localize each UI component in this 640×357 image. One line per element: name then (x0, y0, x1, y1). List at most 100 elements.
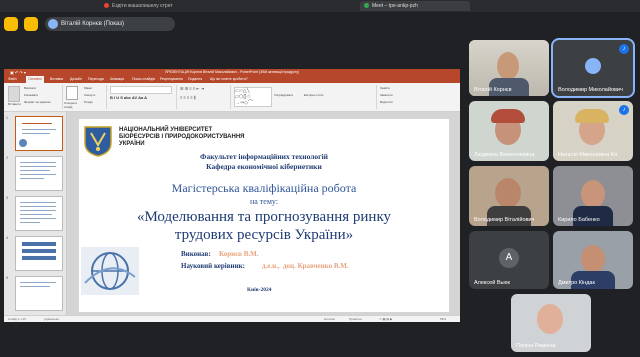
shapes-gallery[interactable]: ▭○△╲ ▱⬠{}☆ →⇒◇⌒ (234, 87, 272, 107)
participant-name: Наталія Миколаївна Кл (558, 152, 618, 158)
stop-presenting-button[interactable] (24, 17, 38, 31)
quick-styles-button[interactable]: Експрес-стилі (304, 93, 323, 97)
thumb-line (20, 214, 52, 215)
slide-thumbnail[interactable] (15, 156, 63, 191)
tab-view[interactable]: Подання (188, 76, 202, 83)
language-indicator[interactable]: українська (44, 316, 59, 322)
participant-tile[interactable]: Людмила Валентинівна (469, 101, 549, 161)
thumb-line (22, 129, 56, 130)
participant-hair (491, 109, 525, 123)
slide-thumbnail[interactable] (15, 116, 63, 151)
participant-tile[interactable]: Кирило Бабенко (553, 166, 633, 226)
format-painter-button[interactable]: Формат за зразком (24, 100, 51, 104)
participant-face (537, 304, 563, 334)
thumb-line (20, 202, 56, 203)
paragraph-icons[interactable]: ☰ ☰ ≡ ≡ ⇤ ⇥ (180, 86, 204, 91)
tab-review[interactable]: Рецензування (160, 76, 183, 83)
participant-face (581, 245, 605, 273)
slide-thumbnail[interactable] (15, 276, 63, 311)
participant-tile[interactable]: А Алексей Вьюк (469, 231, 549, 289)
tab-home[interactable]: Основне (26, 76, 45, 83)
view-icons[interactable]: ▭ ▦ ▤ ▶ (379, 316, 392, 322)
participant-tile[interactable]: Поліна Ремінна (511, 294, 591, 352)
quick-access-icons[interactable]: ▣ ↶ ↷ ▾ (10, 70, 26, 75)
thumb-line (20, 282, 56, 283)
participant-name: Алексей Вьюк (474, 280, 510, 286)
slides-thumbnail-panel: 1 2 3 4 5 (4, 112, 67, 315)
participant-tile[interactable]: ♪ Володимир Миколайович (551, 38, 635, 98)
thumb-line (20, 178, 44, 179)
paste-icon[interactable] (8, 86, 20, 102)
thumb-line (20, 162, 56, 163)
paste-button[interactable]: Вставити (8, 102, 21, 106)
tab-design[interactable]: Дизайн (70, 76, 82, 83)
search-box[interactable]: Що ви хочете зробити? (210, 76, 248, 83)
new-slide-icon[interactable] (66, 86, 78, 100)
participant-name: Віталій Корнєв (474, 87, 512, 93)
ribbon-separator (106, 85, 107, 109)
mic-active-icon: ♪ (619, 105, 629, 115)
select-button[interactable]: Виділити (380, 100, 393, 104)
supervisor-label: Науковий керівник: (181, 262, 245, 270)
zoom-level[interactable]: 59% (440, 316, 446, 322)
presenter-chip[interactable]: Віталій Корнєв (Показ) (45, 17, 175, 31)
participant-tile[interactable]: Віталій Корнєв (469, 40, 549, 96)
participant-tile[interactable]: Володимир Віталійович (469, 166, 549, 226)
font-name-select[interactable] (110, 86, 172, 94)
cut-button[interactable]: Вирізати (24, 86, 36, 90)
participant-hair (575, 109, 609, 123)
thumb-line (22, 133, 50, 134)
tab-slideshow[interactable]: Показ слайдів (132, 76, 155, 83)
performer-name: Корнєв В.М. (219, 250, 259, 258)
notes-button[interactable]: Нотатки (324, 316, 335, 322)
slide-thumbnail[interactable] (15, 196, 63, 231)
replace-button[interactable]: Замінити (380, 93, 393, 97)
meet-favicon-icon (364, 3, 369, 9)
ppt-title-bar: ПРЕЗЕНТАЦІЯ Корнєв Віталій Миколайович -… (4, 69, 460, 76)
powerpoint-window: ПРЕЗЕНТАЦІЯ Корнєв Віталій Миколайович -… (4, 69, 460, 322)
slide-thumbnail[interactable] (15, 236, 63, 271)
reset-button[interactable]: Скинути (84, 93, 95, 97)
participant-name: Володимир Миколайович (558, 87, 623, 93)
city-year: Київ-2024 (247, 287, 272, 293)
participant-name: Поліна Ремінна (516, 343, 556, 349)
thesis-title-2: трудових ресурсів України» (174, 227, 354, 243)
thumb-line (22, 123, 52, 124)
ribbon-separator (176, 85, 177, 109)
participant-tile[interactable]: ♪ Наталія Миколаївна Кл (553, 101, 633, 161)
new-slide-button[interactable]: Створити слайд (64, 101, 80, 109)
font-format-icons[interactable]: B I U S abc AV Aa A (110, 95, 147, 100)
thumb-line (20, 222, 40, 223)
browser-tab-meet[interactable]: Meet – tpe-ankp-pzh (360, 1, 470, 11)
participant-face (495, 178, 521, 208)
browser-tab-1[interactable]: Ездіти жашалишелу єтрет (100, 1, 200, 11)
slide-1[interactable]: НАЦІОНАЛЬНИЙ УНІВЕРСИТЕТ БІОРЕСУРСІВ І П… (79, 119, 449, 312)
thumb-number: 2 (6, 156, 8, 160)
arrange-button[interactable]: Упорядкувати (274, 93, 293, 97)
thumb-number: 5 (6, 276, 8, 280)
find-button[interactable]: Знайти (380, 86, 390, 90)
align-icons[interactable]: ≡ ≡ ≡ ≡ ⫼ (180, 95, 196, 100)
participant-name: Володимир Віталійович (474, 217, 535, 223)
thumb-line (20, 206, 56, 207)
layout-button[interactable]: Макет (84, 86, 93, 90)
participant-tile[interactable]: Дмитро Кіндак (553, 231, 633, 289)
participant-avatar (585, 58, 601, 74)
work-type: Магістерська кваліфікаційна робота (171, 181, 357, 195)
tab-insert[interactable]: Вставка (50, 76, 63, 83)
reaction-button[interactable] (4, 17, 18, 31)
mic-active-icon: ♪ (619, 44, 629, 54)
presenter-avatar (48, 19, 58, 29)
tab-animation[interactable]: Анімація (110, 76, 124, 83)
slide-counter: Слайд 1 з 15 (8, 317, 26, 321)
ppt-status-bar: Слайд 1 з 15 українська Нотатки Примітки… (4, 315, 460, 322)
tab-transitions[interactable]: Переходи (88, 76, 104, 83)
thumb-number: 3 (6, 196, 8, 200)
copy-button[interactable]: Копіювати (24, 93, 38, 97)
tab-file[interactable]: Файл (8, 76, 17, 83)
browser-tab-bar: Ездіти жашалишелу єтрет Meet – tpe-ankp-… (0, 0, 640, 12)
section-button[interactable]: Розділ (84, 100, 93, 104)
comments-button[interactable]: Примітки (349, 316, 362, 322)
department-name: Кафедра економічної кібернетики (206, 162, 322, 171)
university-name-1: НАЦІОНАЛЬНИЙ УНІВЕРСИТЕТ (119, 127, 213, 133)
